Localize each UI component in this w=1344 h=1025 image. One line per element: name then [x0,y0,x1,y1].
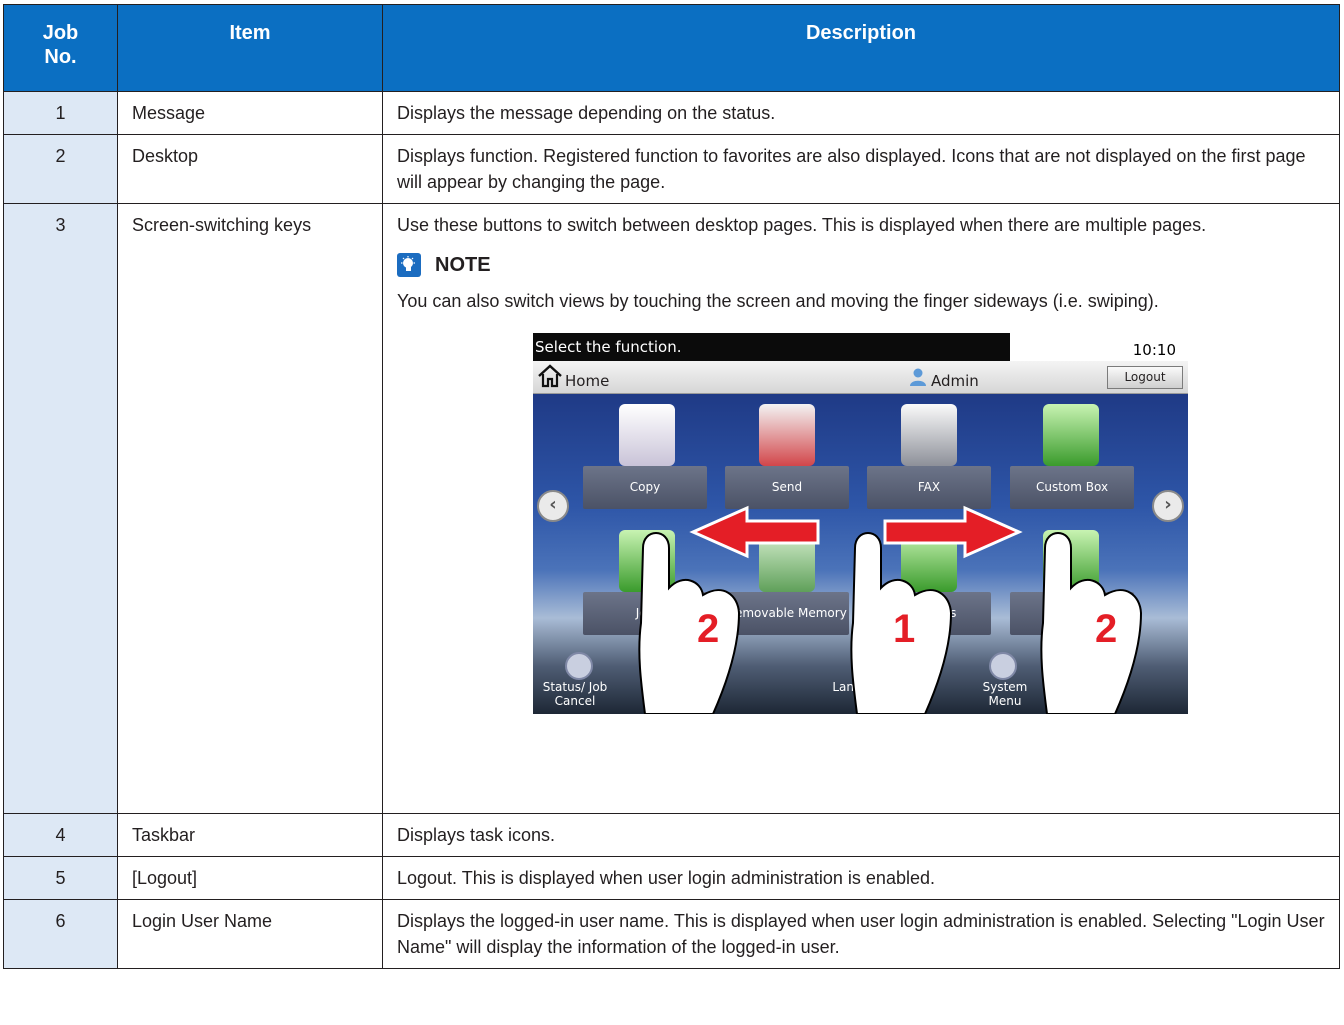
callout-number: 1 [893,607,916,651]
row-item: Screen-switching keys [117,203,383,814]
row-item: Login User Name [117,899,383,969]
note-text: You can also switch views by touching th… [397,291,1159,311]
header-item: Item [117,4,383,92]
row-description: Displays function. Registered function t… [382,134,1340,204]
row-number: 3 [3,203,118,814]
row-number: 2 [3,134,118,204]
row-description: Use these buttons to switch between desk… [397,215,1207,235]
table-row: 3 Screen-switching keys Use these button… [3,203,1340,814]
row-number: 1 [3,91,118,135]
table-row: 1 Message Displays the message depending… [3,91,1340,135]
row-number: 5 [3,856,118,900]
lightbulb-icon [397,253,421,277]
row-description: Displays the message depending on the st… [382,91,1340,135]
row-item: Desktop [117,134,383,204]
row-number: 4 [3,813,118,857]
hand-left-icon [638,532,741,714]
table-row: 5 [Logout] Logout. This is displayed whe… [3,856,1340,900]
arrow-left-icon [689,505,820,559]
spec-table: Job No. Item Description 1 Message Displ… [3,4,1340,969]
arrow-right-icon [883,505,1023,559]
row-description: Displays task icons. [382,813,1340,857]
row-description-cell: Use these buttons to switch between desk… [382,203,1340,814]
row-item: Taskbar [117,813,383,857]
swipe-gesture-overlay [638,505,1143,714]
row-item: Message [117,91,383,135]
callout-number: 2 [697,607,720,651]
row-description: Displays the logged-in user name. This i… [382,899,1340,969]
header-description: Description [382,4,1340,92]
note-header: NOTE [397,252,1325,278]
note-label: NOTE [435,254,491,276]
table-header-row: Job No. Item Description [3,4,1340,92]
header-job-no: Job No. [3,4,118,92]
table-row: 4 Taskbar Displays task icons. [3,813,1340,857]
hand-right-icon [1040,532,1143,714]
table-row: 2 Desktop Displays function. Registered … [3,134,1340,204]
row-item: [Logout] [117,856,383,900]
callout-number: 2 [1095,607,1118,651]
table-row: 6 Login User Name Displays the logged-in… [3,899,1340,969]
row-description: Logout. This is displayed when user logi… [382,856,1340,900]
row-number: 6 [3,899,118,969]
panel-illustration: Select the function. 10:10 Home Admin Lo… [533,333,1188,714]
